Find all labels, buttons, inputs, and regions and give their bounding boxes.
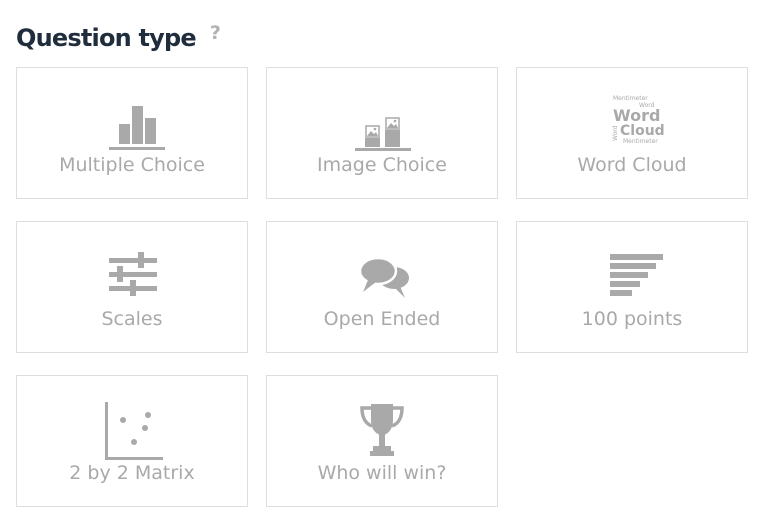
question-type-open-ended[interactable]: Open Ended [266,221,498,353]
scatter-plot-icon [97,402,167,460]
question-type-multiple-choice[interactable]: Multiple Choice [16,67,248,199]
word-cloud-word: Mentimeter [613,95,648,102]
tile-label: Who will win? [317,462,447,484]
horizontal-bars-icon [597,248,667,306]
question-type-word-cloud[interactable]: Mentimeter Word Word Cloud Word Mentimet… [516,67,748,199]
question-type-image-choice[interactable]: Image Choice [266,67,498,199]
tile-label: Open Ended [323,308,441,330]
question-type-who-will-win[interactable]: Who will win? [266,375,498,507]
question-type-2-by-2-matrix[interactable]: 2 by 2 Matrix [16,375,248,507]
bar-chart-icon [97,94,167,152]
tile-label: Multiple Choice [59,154,205,176]
word-cloud-icon: Mentimeter Word Word Cloud Word Mentimet… [597,94,667,152]
tile-label: 100 points [581,308,683,330]
trophy-icon [347,402,417,460]
help-icon[interactable]: ? [210,22,221,44]
speech-bubbles-icon [347,248,417,306]
word-cloud-word: Cloud [620,123,665,139]
word-cloud-word: Word [612,125,619,141]
tile-label: Word Cloud [577,154,687,176]
header: Question type ? [16,18,221,58]
tile-label: 2 by 2 Matrix [69,462,195,484]
question-type-scales[interactable]: Scales [16,221,248,353]
tile-label: Scales [101,308,163,330]
word-cloud-word: Mentimeter [623,138,658,145]
page-title: Question type [16,24,197,52]
question-type-100-points[interactable]: 100 points [516,221,748,353]
image-bars-icon [347,94,417,152]
tile-label: Image Choice [317,154,447,176]
sliders-icon [97,248,167,306]
